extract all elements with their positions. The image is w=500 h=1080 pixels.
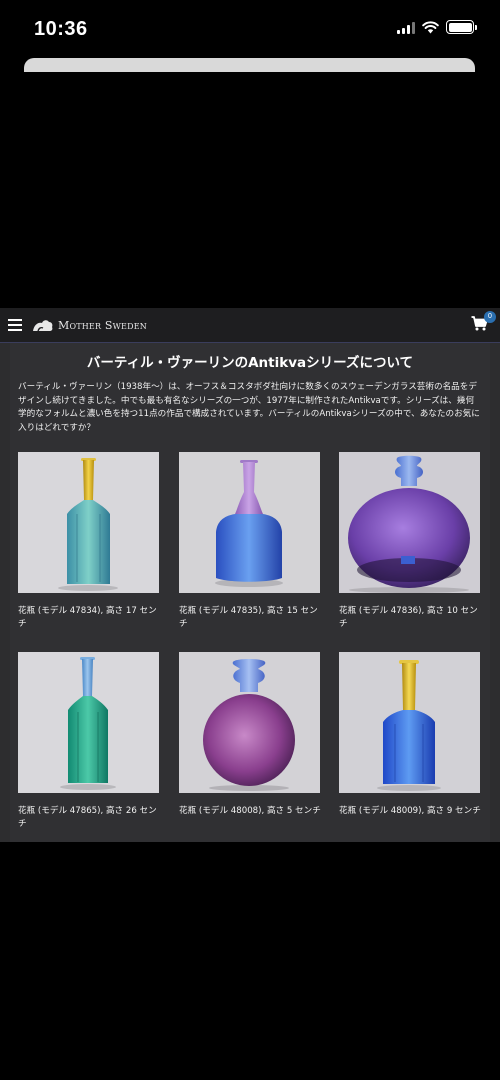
site-logo[interactable]: Mother Sweden — [32, 319, 147, 332]
product-caption[interactable]: 花瓶 (モデル 48009), 高さ 9 センチ — [339, 805, 482, 818]
product-image[interactable] — [179, 652, 320, 793]
page-description: バーティル・ヴァーリン（1938年〜）は、オーフス＆コスタボダ社向けに数多くのス… — [18, 382, 480, 433]
cart-button[interactable]: 0 — [471, 311, 496, 335]
product-caption[interactable]: 花瓶 (モデル 48008), 高さ 5 センチ — [179, 805, 322, 818]
status-bar: 10:36 — [0, 0, 500, 60]
round-bulb-vase-icon — [203, 659, 295, 791]
product-caption[interactable]: 花瓶 (モデル 47835), 高さ 15 センチ — [179, 605, 322, 630]
round-bowl-vase-icon — [348, 455, 470, 593]
product-image[interactable] — [339, 652, 480, 793]
signal-icon — [397, 21, 415, 34]
page-title: バーティル・ヴァーリンのAntikvaシリーズについて — [86, 355, 414, 371]
sheet-handle[interactable] — [24, 58, 475, 72]
battery-icon — [446, 20, 477, 34]
status-icons — [397, 20, 477, 34]
hamburger-menu-icon[interactable] — [8, 319, 22, 331]
product-image[interactable] — [179, 452, 320, 593]
product-card[interactable]: 花瓶 (モデル 48008), 高さ 5 センチ — [179, 652, 322, 818]
product-card[interactable]: 花瓶 (モデル 47834), 高さ 17 センチ — [18, 452, 161, 630]
product-image[interactable] — [18, 652, 159, 793]
product-image[interactable] — [18, 452, 159, 593]
product-caption[interactable]: 花瓶 (モデル 47865), 高さ 26 センチ — [18, 805, 161, 830]
product-caption[interactable]: 花瓶 (モデル 47836), 高さ 10 センチ — [339, 605, 482, 630]
bell-bottle-vase-icon — [215, 460, 283, 587]
product-card[interactable]: 花瓶 (モデル 47835), 高さ 15 センチ — [179, 452, 322, 630]
product-card[interactable]: 花瓶 (モデル 47865), 高さ 26 センチ — [18, 652, 161, 830]
product-card[interactable]: 花瓶 (モデル 48009), 高さ 9 センチ — [339, 652, 482, 818]
product-caption[interactable]: 花瓶 (モデル 47834), 高さ 17 センチ — [18, 605, 161, 630]
site-header: Mother Sweden 0 — [0, 308, 500, 343]
web-content: Mother Sweden 0 バーティル・ヴァーリンのAntikvaシリーズに… — [0, 308, 500, 842]
hexagonal-bottle-vase-blue-icon — [377, 660, 441, 791]
logo-text: Mother Sweden — [58, 318, 147, 332]
status-time: 10:36 — [34, 18, 88, 40]
product-card[interactable]: 花瓶 (モデル 47836), 高さ 10 センチ — [339, 452, 482, 630]
product-image[interactable] — [339, 452, 480, 593]
cart-count-badge: 0 — [484, 311, 496, 323]
logo-mark-icon — [33, 319, 53, 331]
wifi-icon — [422, 20, 439, 33]
tall-hexagonal-bottle-vase-green-icon — [60, 657, 116, 790]
tall-hexagonal-bottle-vase-icon — [58, 458, 118, 591]
